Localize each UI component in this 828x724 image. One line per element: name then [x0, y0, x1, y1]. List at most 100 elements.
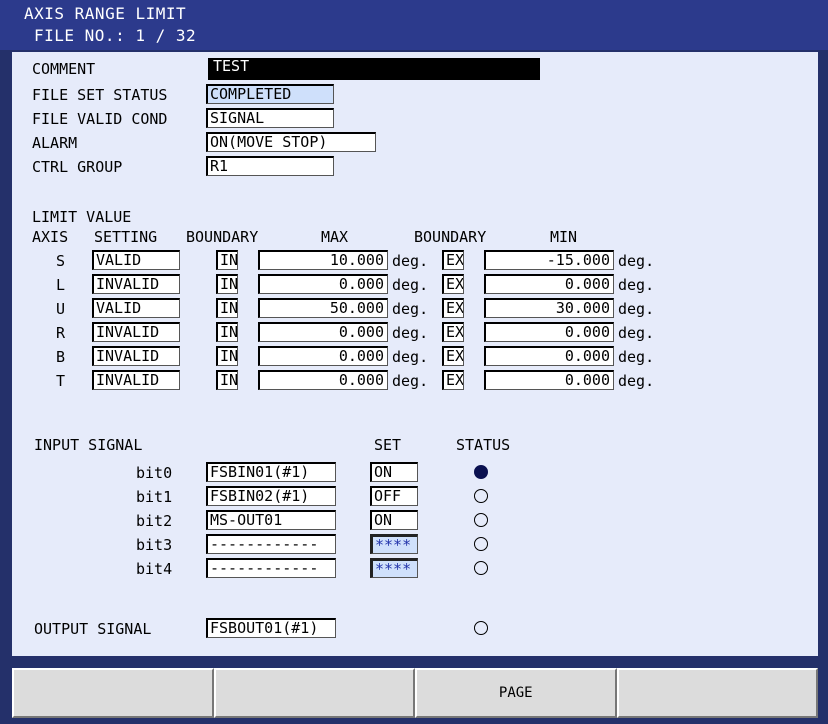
- boundary-max-field[interactable]: IN: [216, 274, 238, 294]
- boundary-min-field[interactable]: EX: [442, 298, 464, 318]
- set-header: SET: [374, 436, 402, 454]
- min-unit: deg.: [618, 276, 655, 294]
- status-indicator: [474, 561, 488, 575]
- min-value-field[interactable]: -15.000: [484, 250, 614, 270]
- min-header: MIN: [550, 228, 578, 246]
- ctrl-group-label: CTRL GROUP: [32, 158, 123, 176]
- setting-field[interactable]: INVALID: [92, 370, 180, 390]
- set-field[interactable]: ****: [370, 558, 418, 578]
- status-header: STATUS: [456, 436, 511, 454]
- axis-label: U: [56, 300, 66, 318]
- boundary-max-header: BOUNDARY: [186, 228, 259, 246]
- min-value-field[interactable]: 0.000: [484, 346, 614, 366]
- boundary-min-field[interactable]: EX: [442, 250, 464, 270]
- bit-label: bit3: [136, 536, 173, 554]
- boundary-max-field[interactable]: IN: [216, 298, 238, 318]
- page-button[interactable]: PAGE: [415, 668, 617, 718]
- file-number: FILE NO.: 1 / 32: [34, 26, 197, 45]
- set-field[interactable]: OFF: [370, 486, 418, 506]
- output-status-indicator: [474, 621, 488, 635]
- min-unit: deg.: [618, 348, 655, 366]
- axis-label: B: [56, 348, 66, 366]
- alarm-field[interactable]: ON(MOVE STOP): [206, 132, 376, 152]
- boundary-min-header: BOUNDARY: [414, 228, 487, 246]
- function-button-2[interactable]: [213, 668, 415, 718]
- max-value-field[interactable]: 0.000: [258, 370, 388, 390]
- max-unit: deg.: [392, 276, 429, 294]
- function-button-1[interactable]: [12, 668, 214, 718]
- max-unit: deg.: [392, 300, 429, 318]
- boundary-max-field[interactable]: IN: [216, 322, 238, 342]
- boundary-min-field[interactable]: EX: [442, 370, 464, 390]
- axis-label: L: [56, 276, 66, 294]
- alarm-label: ALARM: [32, 134, 78, 152]
- max-unit: deg.: [392, 348, 429, 366]
- boundary-min-field[interactable]: EX: [442, 346, 464, 366]
- title-bar: AXIS RANGE LIMIT FILE NO.: 1 / 32: [0, 0, 828, 50]
- status-indicator: [474, 489, 488, 503]
- output-signal-field[interactable]: FSBOUT01(#1): [206, 618, 336, 638]
- setting-header: SETTING: [94, 228, 158, 246]
- input-signal-title: INPUT SIGNAL: [34, 436, 143, 454]
- setting-field[interactable]: VALID: [92, 298, 180, 318]
- setting-field[interactable]: INVALID: [92, 346, 180, 366]
- file-set-status-field[interactable]: COMPLETED: [206, 84, 334, 104]
- output-signal-label: OUTPUT SIGNAL: [34, 620, 152, 638]
- file-valid-cond-label: FILE VALID COND: [32, 110, 168, 128]
- axis-label: R: [56, 324, 66, 342]
- min-unit: deg.: [618, 324, 655, 342]
- min-unit: deg.: [618, 372, 655, 390]
- boundary-min-field[interactable]: EX: [442, 322, 464, 342]
- max-header: MAX: [321, 228, 349, 246]
- max-unit: deg.: [392, 324, 429, 342]
- comment-field[interactable]: TEST: [208, 58, 540, 80]
- min-value-field[interactable]: 0.000: [484, 274, 614, 294]
- boundary-max-field[interactable]: IN: [216, 250, 238, 270]
- bit-label: bit1: [136, 488, 173, 506]
- file-valid-cond-field[interactable]: SIGNAL: [206, 108, 334, 128]
- status-indicator: [474, 513, 488, 527]
- max-value-field[interactable]: 0.000: [258, 346, 388, 366]
- main-panel: COMMENT TEST FILE SET STATUS COMPLETED F…: [12, 52, 818, 656]
- setting-field[interactable]: VALID: [92, 250, 180, 270]
- bit-label: bit2: [136, 512, 173, 530]
- file-set-status-label: FILE SET STATUS: [32, 86, 168, 104]
- set-field[interactable]: ****: [370, 534, 418, 554]
- limit-value-title: LIMIT VALUE: [32, 208, 132, 226]
- input-signal-field[interactable]: MS-OUT01: [206, 510, 336, 530]
- max-value-field[interactable]: 0.000: [258, 322, 388, 342]
- axis-header: AXIS: [32, 228, 69, 246]
- min-unit: deg.: [618, 252, 655, 270]
- function-button-4[interactable]: [616, 668, 818, 718]
- boundary-max-field[interactable]: IN: [216, 370, 238, 390]
- input-signal-field[interactable]: ------------: [206, 534, 336, 554]
- screen-title: AXIS RANGE LIMIT: [24, 4, 187, 23]
- max-unit: deg.: [392, 372, 429, 390]
- setting-field[interactable]: INVALID: [92, 322, 180, 342]
- min-value-field[interactable]: 0.000: [484, 370, 614, 390]
- min-unit: deg.: [618, 300, 655, 318]
- setting-field[interactable]: INVALID: [92, 274, 180, 294]
- function-bar: PAGE: [12, 668, 818, 718]
- input-signal-field[interactable]: FSBIN02(#1): [206, 486, 336, 506]
- max-value-field[interactable]: 50.000: [258, 298, 388, 318]
- input-signal-field[interactable]: ------------: [206, 558, 336, 578]
- status-indicator: [474, 537, 488, 551]
- axis-label: T: [56, 372, 66, 390]
- axis-label: S: [56, 252, 66, 270]
- boundary-min-field[interactable]: EX: [442, 274, 464, 294]
- comment-label: COMMENT: [32, 60, 96, 78]
- bit-label: bit0: [136, 464, 173, 482]
- max-value-field[interactable]: 0.000: [258, 274, 388, 294]
- min-value-field[interactable]: 30.000: [484, 298, 614, 318]
- ctrl-group-field[interactable]: R1: [206, 156, 334, 176]
- max-value-field[interactable]: 10.000: [258, 250, 388, 270]
- set-field[interactable]: ON: [370, 462, 418, 482]
- min-value-field[interactable]: 0.000: [484, 322, 614, 342]
- bit-label: bit4: [136, 560, 173, 578]
- set-field[interactable]: ON: [370, 510, 418, 530]
- max-unit: deg.: [392, 252, 429, 270]
- boundary-max-field[interactable]: IN: [216, 346, 238, 366]
- status-indicator: [474, 465, 488, 479]
- input-signal-field[interactable]: FSBIN01(#1): [206, 462, 336, 482]
